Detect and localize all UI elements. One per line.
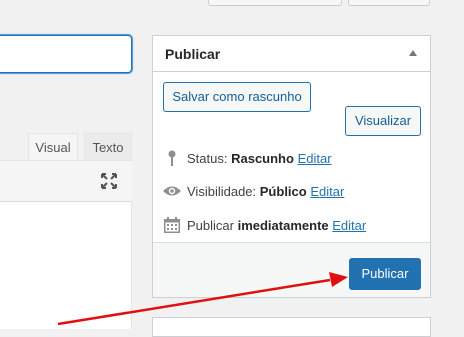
calendar-icon [164,217,180,233]
publish-box: Publicar Salvar como rascunho Visualizar… [152,35,431,298]
expand-icon[interactable] [100,172,118,190]
post-title-input[interactable] [0,35,132,73]
edit-schedule-link[interactable]: Editar [332,218,366,233]
top-button-partial[interactable] [348,0,430,6]
toggle-arrow-icon[interactable] [409,50,417,56]
top-button-partial[interactable] [208,0,342,6]
edit-visibility-link[interactable]: Editar [310,184,344,199]
preview-button[interactable]: Visualizar [345,106,421,136]
visibility-row: Visibilidade: Público Editar [163,183,344,201]
tab-visual[interactable]: Visual [28,133,78,161]
publish-box-title: Publicar [165,46,221,62]
schedule-label: Publicar [187,218,234,233]
schedule-value: imediatamente [237,218,329,233]
status-value: Rascunho [231,151,294,166]
next-meta-box [152,317,431,337]
save-draft-button[interactable]: Salvar como rascunho [163,82,311,112]
pin-icon [168,150,176,166]
publish-actions-bar: Publicar [153,242,430,297]
visibility-label: Visibilidade: [187,184,257,199]
publish-button[interactable]: Publicar [349,258,421,290]
visibility-value: Público [259,184,307,199]
status-row: Status: Rascunho Editar [163,150,332,168]
publish-date-row: Publicar imediatamente Editar [163,217,366,235]
publish-box-header[interactable]: Publicar [153,36,430,72]
editor-content-area[interactable] [0,202,132,329]
tab-text[interactable]: Texto [84,133,132,161]
eye-icon [163,186,181,196]
status-label: Status: [187,151,228,166]
edit-status-link[interactable]: Editar [298,151,332,166]
